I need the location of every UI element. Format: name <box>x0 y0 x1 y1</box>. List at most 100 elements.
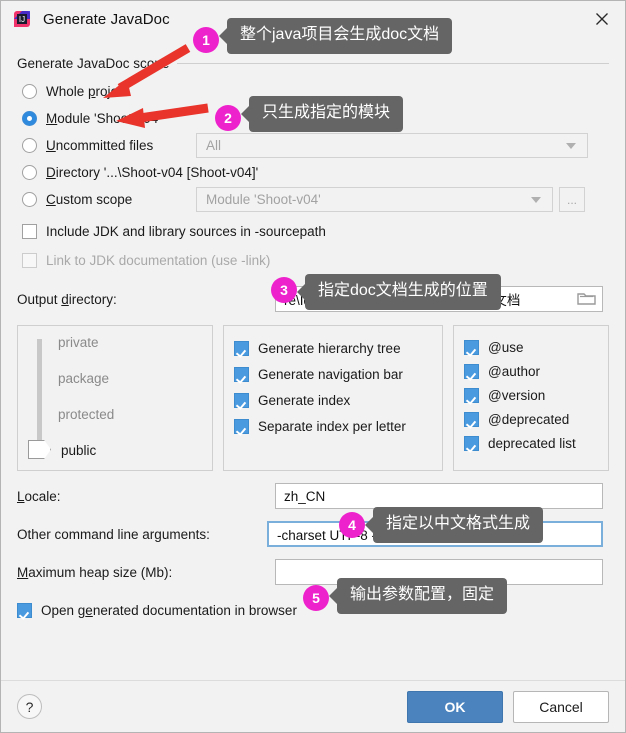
radio-uncommitted-files[interactable] <box>22 138 37 153</box>
help-button[interactable]: ? <box>17 694 42 719</box>
label-tag-deprecated: @deprecated <box>488 411 570 427</box>
scope-group-header: Generate JavaDoc scope <box>17 56 609 71</box>
label-tag-use: @use <box>488 339 524 355</box>
heap-size-input[interactable] <box>275 559 603 585</box>
label-generate-hierarchy-tree: Generate hierarchy tree <box>258 340 401 356</box>
locale-row: Locale: zh_CN <box>17 483 609 509</box>
include-jdk-row[interactable]: Include JDK and library sources in -sour… <box>17 217 609 246</box>
dialog-content: Generate JavaDoc scope Whole project Mod… <box>1 37 625 680</box>
tag-option-row[interactable]: @author <box>464 359 598 383</box>
command-line-arguments-row: Other command line arguments: -charset U… <box>17 521 609 547</box>
label-tag-deprecated-list: deprecated list <box>488 435 576 451</box>
scope-row-whole-project[interactable]: Whole project <box>17 78 609 105</box>
slider-tick-public[interactable]: public <box>61 443 96 458</box>
output-directory-value: re\IdeaProjects\Shoot\射击游戏doc文档 <box>284 293 521 308</box>
label-tag-version: @version <box>488 387 546 403</box>
label-generate-index: Generate index <box>258 392 351 408</box>
scope-row-uncommitted-files[interactable]: Uncommitted files All <box>17 132 609 159</box>
close-icon[interactable] <box>579 1 625 37</box>
slider-tick-protected[interactable]: protected <box>58 407 114 422</box>
uncommitted-changelist-combo[interactable]: All <box>196 133 588 158</box>
radio-custom-scope[interactable] <box>22 192 37 207</box>
generate-option-row[interactable]: Generate navigation bar <box>234 361 432 387</box>
label-tag-author: @author <box>488 363 540 379</box>
checkbox-link-jdk-documentation <box>22 253 37 268</box>
label-directory: Directory '...\Shoot-v04 [Shoot-v04]' <box>46 165 259 180</box>
tag-option-row[interactable]: @deprecated <box>464 407 598 431</box>
uncommitted-changelist-value: All <box>206 138 222 153</box>
checkbox-tag-deprecated[interactable] <box>464 411 479 427</box>
checkbox-generate-hierarchy-tree[interactable] <box>234 340 249 356</box>
open-in-browser-row[interactable]: Open generated documentation in browser <box>17 595 609 625</box>
custom-scope-combo[interactable]: Module 'Shoot-v04' <box>196 187 553 212</box>
checkbox-include-jdk-sources[interactable] <box>22 224 37 239</box>
locale-value: zh_CN <box>284 488 326 504</box>
label-generate-navigation-bar: Generate navigation bar <box>258 366 403 382</box>
custom-scope-value: Module 'Shoot-v04' <box>206 192 321 207</box>
options-panels: private package protected public Generat… <box>17 325 609 471</box>
checkbox-generate-index[interactable] <box>234 392 249 408</box>
checkbox-tag-author[interactable] <box>464 363 479 379</box>
chevron-down-icon <box>531 196 541 203</box>
label-uncommitted-files: Uncommitted files <box>46 138 154 153</box>
generate-option-row[interactable]: Generate hierarchy tree <box>234 335 432 361</box>
chevron-down-icon <box>566 142 576 149</box>
generate-javadoc-dialog: IJ Generate JavaDoc Generate JavaDoc sco… <box>0 0 626 733</box>
output-directory-input[interactable]: re\IdeaProjects\Shoot\射击游戏doc文档 <box>275 286 603 312</box>
checkbox-separate-index-per-letter[interactable] <box>234 418 249 434</box>
tag-option-row[interactable]: @use <box>464 335 598 359</box>
command-line-arguments-label: Other command line arguments: <box>17 526 210 542</box>
intellij-idea-icon: IJ <box>13 10 31 28</box>
generate-option-row[interactable]: Generate index <box>234 387 432 413</box>
command-line-arguments-input[interactable]: -charset UTF-8 -windowtitle "程Sir小课堂" - <box>267 521 603 547</box>
tag-option-row[interactable]: @version <box>464 383 598 407</box>
label-include-jdk-sources: Include JDK and library sources in -sour… <box>46 224 326 239</box>
scope-row-custom-scope[interactable]: Custom scope Module 'Shoot-v04' ... <box>17 186 609 213</box>
checkbox-tag-version[interactable] <box>464 387 479 403</box>
cancel-button[interactable]: Cancel <box>513 690 609 723</box>
output-directory-row: Output directory: re\IdeaProjects\Shoot\… <box>17 286 609 312</box>
checkbox-open-generated-documentation[interactable] <box>17 602 32 618</box>
visibility-panel: private package protected public <box>17 325 213 471</box>
label-open-generated-documentation: Open generated documentation in browser <box>41 602 297 618</box>
link-jdk-row: Link to JDK documentation (use -link) <box>17 246 609 275</box>
radio-whole-project[interactable] <box>22 84 37 99</box>
label-whole-project: Whole project <box>46 84 129 99</box>
heap-size-label: Maximum heap size (Mb): <box>17 564 173 580</box>
visibility-slider[interactable]: private package protected public <box>28 335 202 461</box>
slider-handle[interactable] <box>28 440 51 459</box>
command-line-arguments-value: -charset UTF-8 -windowtitle "程Sir小课堂" - <box>277 528 536 543</box>
text-caret <box>534 528 536 543</box>
label-link-jdk-documentation: Link to JDK documentation (use -link) <box>46 253 271 268</box>
radio-directory[interactable] <box>22 165 37 180</box>
output-directory-label: Output directory: <box>17 291 117 307</box>
svg-text:IJ: IJ <box>19 15 25 24</box>
scope-row-module[interactable]: Module 'Shoot-v04' <box>17 105 609 132</box>
slider-track <box>37 339 42 451</box>
slider-tick-private[interactable]: private <box>58 335 99 350</box>
label-custom-scope: Custom scope <box>46 192 133 207</box>
label-separate-index-per-letter: Separate index per letter <box>258 418 406 434</box>
custom-scope-browse-button[interactable]: ... <box>559 187 585 212</box>
checkbox-tag-deprecated-list[interactable] <box>464 435 479 451</box>
window-title: Generate JavaDoc <box>43 10 170 28</box>
checkbox-generate-navigation-bar[interactable] <box>234 366 249 382</box>
button-bar: ? OK Cancel <box>1 680 625 732</box>
label-module: Module 'Shoot-v04' <box>46 111 161 126</box>
tag-options-panel: @use @author @version @deprecated deprec… <box>453 325 609 471</box>
generate-options-panel: Generate hierarchy tree Generate navigat… <box>223 325 443 471</box>
locale-label: Locale: <box>17 488 61 504</box>
title-bar: IJ Generate JavaDoc <box>1 1 625 37</box>
slider-tick-package[interactable]: package <box>58 371 109 386</box>
radio-module[interactable] <box>22 111 37 126</box>
group-divider <box>177 63 609 64</box>
checkbox-tag-use[interactable] <box>464 339 479 355</box>
tag-option-row[interactable]: deprecated list <box>464 431 598 455</box>
scope-row-directory[interactable]: Directory '...\Shoot-v04 [Shoot-v04]' <box>17 159 609 186</box>
ok-button[interactable]: OK <box>407 690 503 723</box>
generate-option-row[interactable]: Separate index per letter <box>234 413 432 439</box>
folder-icon[interactable] <box>577 290 597 309</box>
heap-size-row: Maximum heap size (Mb): <box>17 559 609 585</box>
locale-input[interactable]: zh_CN <box>275 483 603 509</box>
scope-group-label: Generate JavaDoc scope <box>17 56 170 71</box>
